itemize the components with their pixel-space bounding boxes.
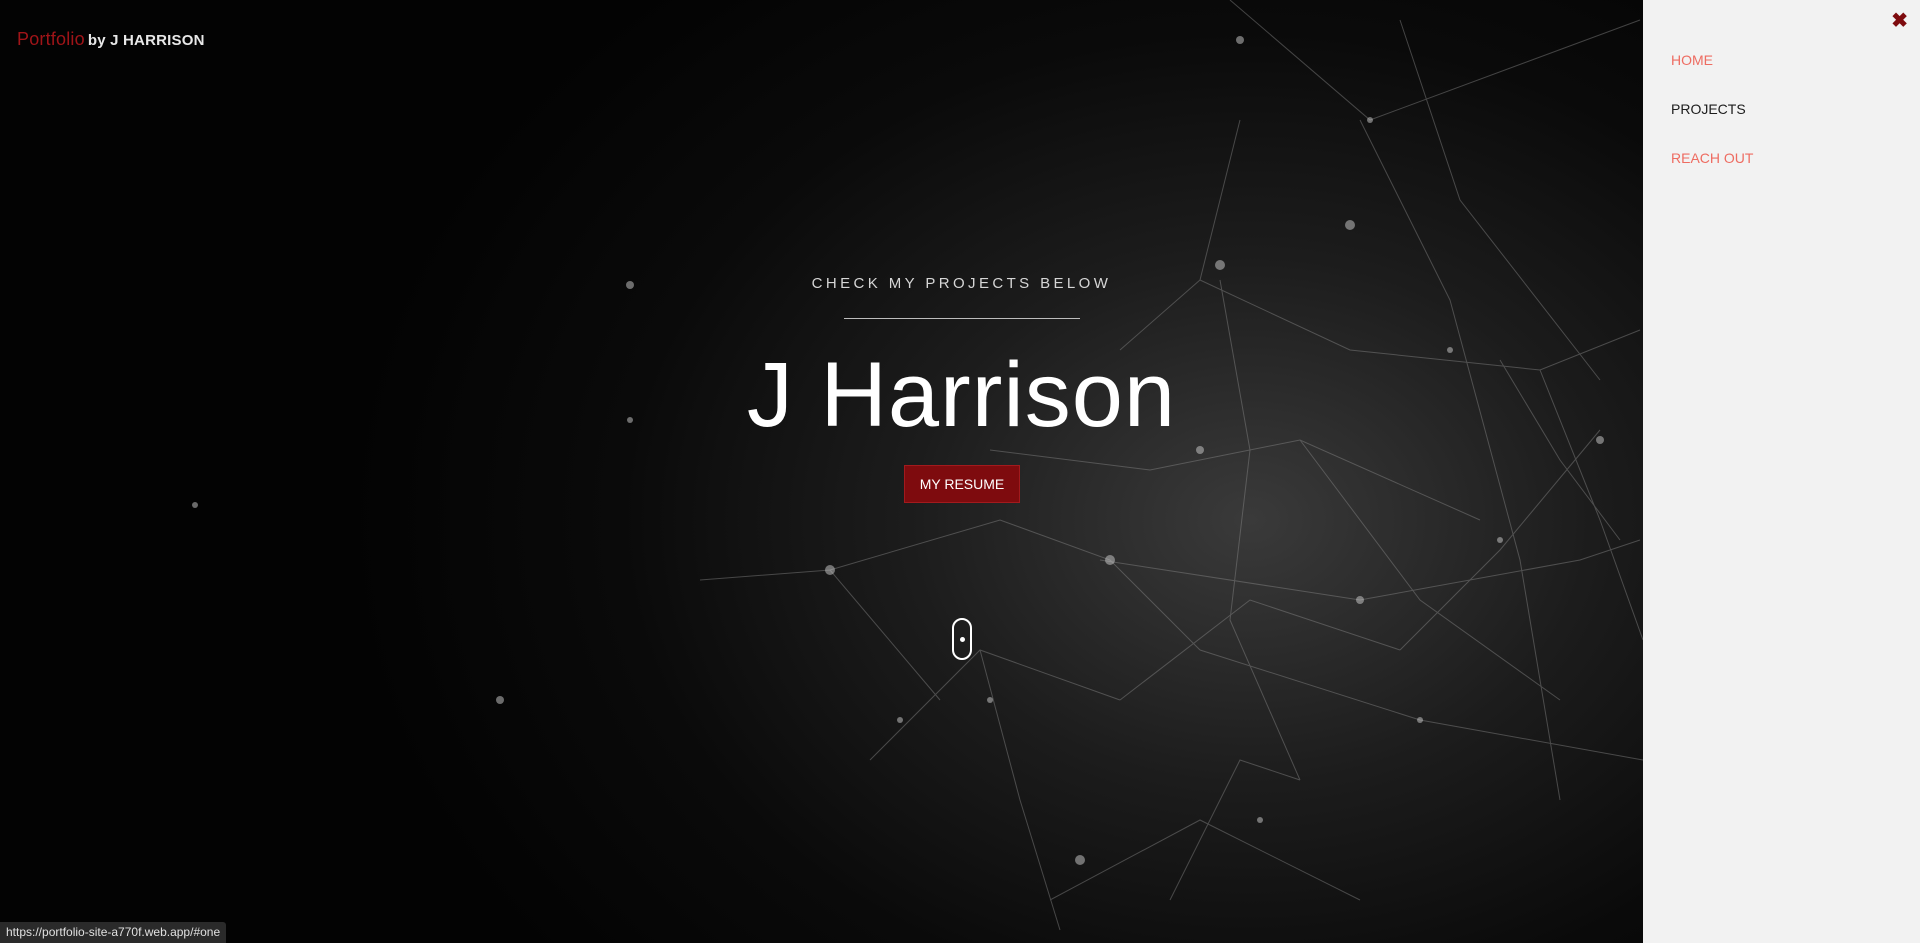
nav-reach-out[interactable]: REACH OUT <box>1671 150 1753 199</box>
brand-logo[interactable]: Portfolio by J HARRISON <box>17 29 205 50</box>
scroll-dot <box>959 636 965 642</box>
hero-title: J Harrison <box>746 344 1177 446</box>
close-icon[interactable]: ✖ <box>1891 8 1908 33</box>
nav-home[interactable]: HOME <box>1671 52 1753 101</box>
scroll-mouse-icon[interactable] <box>952 618 972 660</box>
status-bar-url: https://portfolio-site-a770f.web.app/#on… <box>0 922 227 943</box>
hero-section: Portfolio by J HARRISON CHECK MY PROJECTS… <box>0 0 1643 943</box>
resume-button[interactable]: MY RESUME <box>904 465 1020 503</box>
hero-divider <box>844 318 1080 319</box>
side-menu-nav: HOME PROJECTS REACH OUT <box>1671 52 1753 199</box>
brand-word: Portfolio <box>17 29 85 49</box>
hero-tagline: CHECK MY PROJECTS BELOW <box>811 275 1112 292</box>
network-background <box>192 0 1643 931</box>
nav-projects[interactable]: PROJECTS <box>1671 101 1753 150</box>
brand-byline: by J HARRISON <box>87 32 205 49</box>
side-menu-panel: ✖ HOME PROJECTS REACH OUT <box>1643 0 1920 943</box>
